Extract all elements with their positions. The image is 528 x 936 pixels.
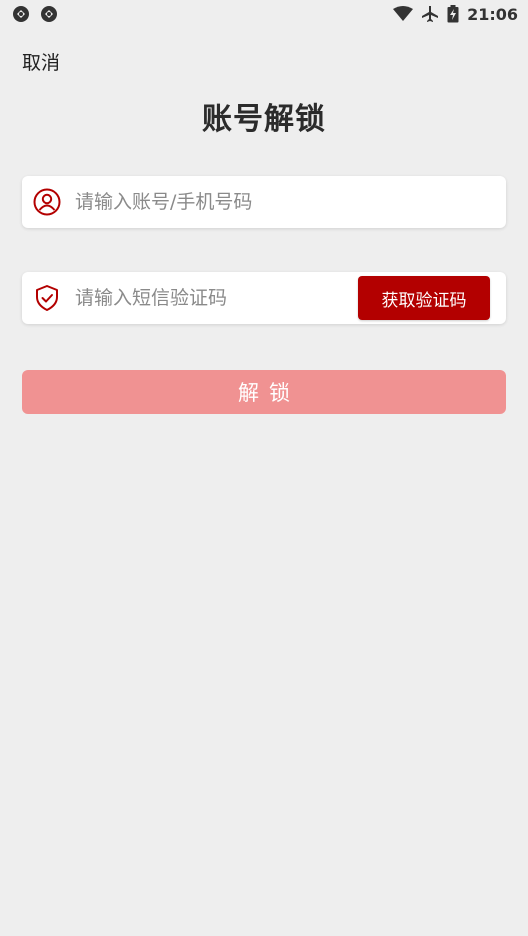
battery-icon <box>447 5 459 23</box>
code-field[interactable]: 获取验证码 <box>22 272 506 324</box>
wifi-icon <box>393 6 414 22</box>
airplane-icon <box>421 5 439 23</box>
account-field[interactable] <box>22 176 506 228</box>
user-icon <box>33 188 61 216</box>
get-code-button[interactable]: 获取验证码 <box>358 276 490 320</box>
status-bar: 21:06 <box>0 0 528 28</box>
page-title: 账号解锁 <box>202 102 326 137</box>
sync-icon <box>12 5 30 23</box>
status-time: 21:06 <box>467 4 518 24</box>
account-input[interactable] <box>75 191 506 213</box>
shield-check-icon <box>33 284 61 312</box>
code-input[interactable] <box>75 287 358 309</box>
cancel-button[interactable]: 取消 <box>22 48 60 75</box>
sync-icon <box>40 5 58 23</box>
unlock-button[interactable]: 解锁 <box>22 370 506 414</box>
status-left <box>12 5 58 23</box>
status-right: 21:06 <box>393 5 518 24</box>
